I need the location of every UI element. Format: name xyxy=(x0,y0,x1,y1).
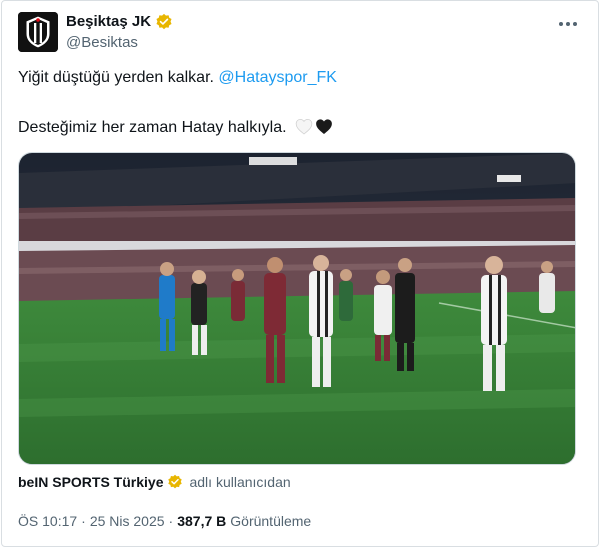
white-heart-icon xyxy=(295,118,313,135)
black-heart-icon xyxy=(316,119,332,134)
views-label: Görüntüleme xyxy=(230,513,312,529)
tweet-card: Beşiktaş JK @Besiktas Yiğit düştüğü yerd… xyxy=(0,0,600,550)
tweet-text-line-2: Desteğimiz her zaman Hatay halkıyla. xyxy=(18,117,333,139)
more-options-button[interactable] xyxy=(554,14,582,34)
besiktas-crest-icon xyxy=(18,12,58,52)
tweet-time[interactable]: ÖS 10:17 xyxy=(18,513,77,529)
more-dots-icon xyxy=(559,22,577,26)
tweet-text: Desteğimiz her zaman Hatay halkıyla. xyxy=(18,119,287,136)
tweet-text-line-1: Yiğit düştüğü yerden kalkar. @Hatayspor_… xyxy=(18,67,337,89)
hearts-emoji xyxy=(295,118,333,135)
separator: · xyxy=(168,513,174,529)
verified-badge-icon xyxy=(156,13,172,30)
tweet-header: Beşiktaş JK @Besiktas xyxy=(18,12,173,53)
verified-badge-icon xyxy=(168,474,183,489)
display-name-row[interactable]: Beşiktaş JK xyxy=(66,12,173,32)
display-name[interactable]: Beşiktaş JK xyxy=(66,12,151,32)
stadium-video-thumbnail xyxy=(19,153,575,464)
handle[interactable]: @Besiktas xyxy=(66,33,173,53)
avatar[interactable] xyxy=(18,12,58,52)
source-suffix: adlı kullanıcıdan xyxy=(189,474,291,490)
separator: · xyxy=(81,513,86,529)
source-attribution: beIN SPORTS Türkiye adlı kullanıcıdan xyxy=(18,474,291,490)
mention-link[interactable]: @Hatayspor_FK xyxy=(218,69,337,86)
views-count: 387,7 B xyxy=(177,513,227,529)
video-player[interactable] xyxy=(18,152,576,465)
tweet-meta: ÖS 10:17 · 25 Nis 2025 · 387,7 B Görüntü… xyxy=(18,513,311,529)
tweet-date[interactable]: 25 Nis 2025 xyxy=(90,513,165,529)
tweet-text: Yiğit düştüğü yerden kalkar. xyxy=(18,69,214,86)
source-name[interactable]: beIN SPORTS Türkiye xyxy=(18,474,163,490)
